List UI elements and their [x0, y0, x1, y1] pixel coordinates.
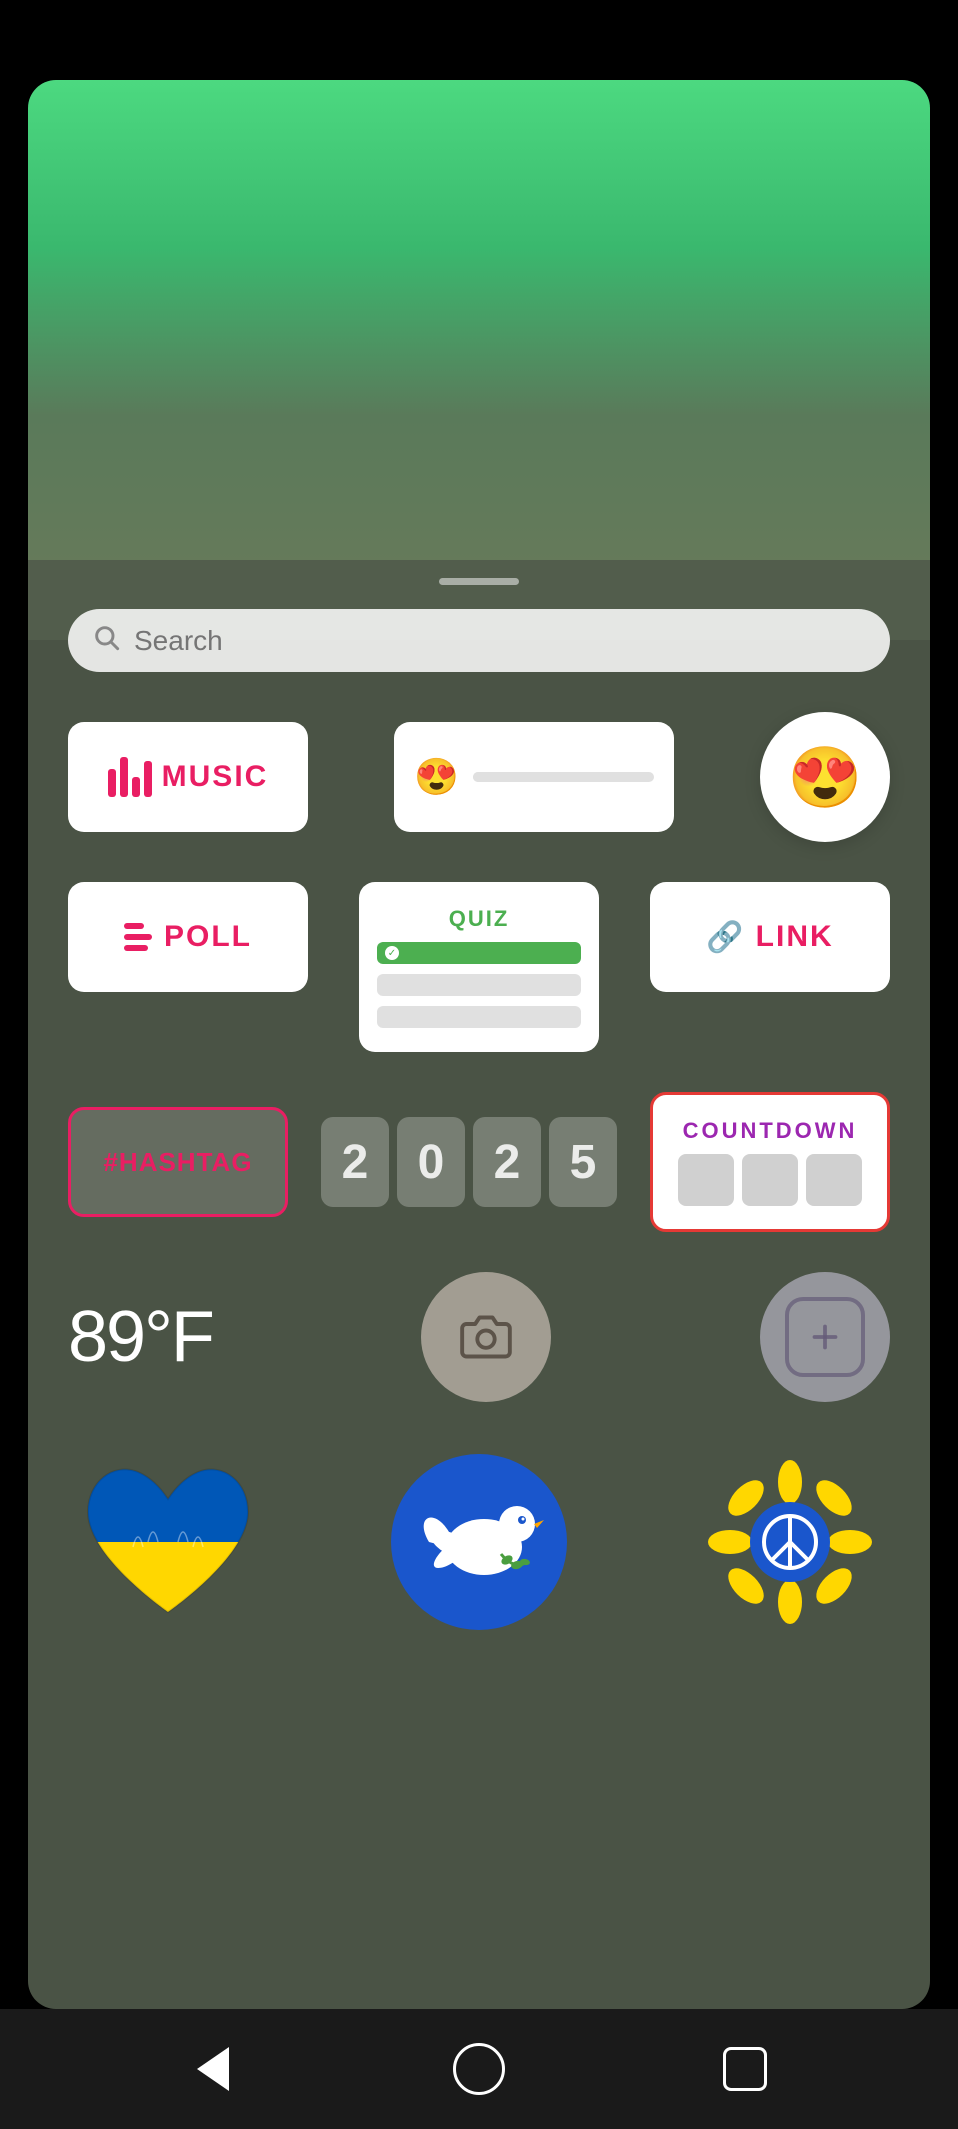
quiz-label: QUIZ — [449, 906, 510, 932]
countdown-boxes — [678, 1154, 862, 1206]
sticker-music[interactable]: MUSIC — [68, 722, 308, 832]
quiz-answer-empty-2 — [377, 1006, 581, 1028]
recents-icon — [723, 2047, 767, 2091]
link-icon: 🔗 — [706, 920, 743, 955]
music-label: MUSIC — [162, 760, 269, 794]
nav-recents-button[interactable] — [715, 2039, 775, 2099]
music-bar-2 — [120, 757, 128, 797]
sticker-quiz[interactable]: QUIZ ✓ — [359, 882, 599, 1052]
sticker-emoji-slider[interactable]: 😍 — [394, 722, 674, 832]
search-bar[interactable] — [68, 609, 890, 672]
music-bar-1 — [108, 769, 116, 797]
bottom-nav-bar — [0, 2009, 958, 2129]
story-background — [28, 80, 930, 640]
sticker-countdown[interactable]: COUNTDOWN — [650, 1092, 890, 1232]
poll-line-3 — [124, 945, 148, 951]
poll-label: POLL — [164, 920, 252, 954]
emoji-bubble-face: 😍 — [788, 742, 863, 813]
hashtag-label: #HASHTAG — [103, 1147, 252, 1178]
quiz-answer-correct: ✓ — [377, 942, 581, 964]
top-status-bar — [0, 0, 958, 80]
year-digit-2: 2 — [321, 1117, 389, 1207]
nav-back-button[interactable] — [183, 2039, 243, 2099]
link-label: LINK — [756, 920, 834, 954]
search-input[interactable] — [134, 625, 866, 657]
sheet-handle — [439, 578, 519, 585]
countdown-box-2 — [742, 1154, 798, 1206]
year-digit-5: 5 — [549, 1117, 617, 1207]
quiz-check-icon: ✓ — [385, 946, 399, 960]
sticker-emoji-bubble[interactable]: 😍 — [760, 712, 890, 842]
search-icon — [92, 623, 120, 658]
sticker-camera[interactable] — [421, 1272, 551, 1402]
poll-icon — [124, 923, 152, 951]
sticker-picker-sheet: MUSIC 😍 😍 POLL QUIZ — [28, 560, 930, 2009]
sticker-ukraine-sunflower[interactable] — [690, 1442, 890, 1642]
year-digit-2b: 2 — [473, 1117, 541, 1207]
sticker-row-4: 89°F — [68, 1272, 890, 1402]
sticker-hashtag[interactable]: #HASHTAG — [68, 1107, 288, 1217]
add-inner-icon — [785, 1297, 865, 1377]
countdown-label: COUNTDOWN — [683, 1118, 858, 1144]
poll-line-1 — [124, 923, 144, 929]
sticker-poll[interactable]: POLL — [68, 882, 308, 992]
quiz-answer-empty-1 — [377, 974, 581, 996]
poll-line-2 — [124, 934, 152, 940]
music-bar-3 — [132, 777, 140, 797]
back-icon — [197, 2047, 229, 2091]
music-bars-icon — [108, 757, 152, 797]
nav-home-button[interactable] — [449, 2039, 509, 2099]
sticker-add[interactable] — [760, 1272, 890, 1402]
emoji-slider-face: 😍 — [414, 756, 459, 798]
sticker-row-2: POLL QUIZ ✓ 🔗 LINK — [68, 882, 890, 1052]
sticker-year[interactable]: 2 0 2 5 — [321, 1117, 617, 1207]
countdown-box-3 — [806, 1154, 862, 1206]
slider-track — [473, 772, 654, 782]
slider-fill — [473, 772, 545, 782]
home-icon — [453, 2043, 505, 2095]
sticker-ukraine-dove[interactable] — [379, 1442, 579, 1642]
sticker-row-3: #HASHTAG 2 0 2 5 COUNTDOWN — [68, 1092, 890, 1232]
sticker-row-5 — [68, 1442, 890, 1642]
sticker-ukraine-heart[interactable] — [68, 1442, 268, 1642]
sticker-temperature[interactable]: 89°F — [68, 1296, 213, 1378]
countdown-box-1 — [678, 1154, 734, 1206]
sticker-link[interactable]: 🔗 LINK — [650, 882, 890, 992]
music-bar-4 — [144, 761, 152, 797]
year-digit-0: 0 — [397, 1117, 465, 1207]
sticker-row-1: MUSIC 😍 😍 — [68, 712, 890, 842]
